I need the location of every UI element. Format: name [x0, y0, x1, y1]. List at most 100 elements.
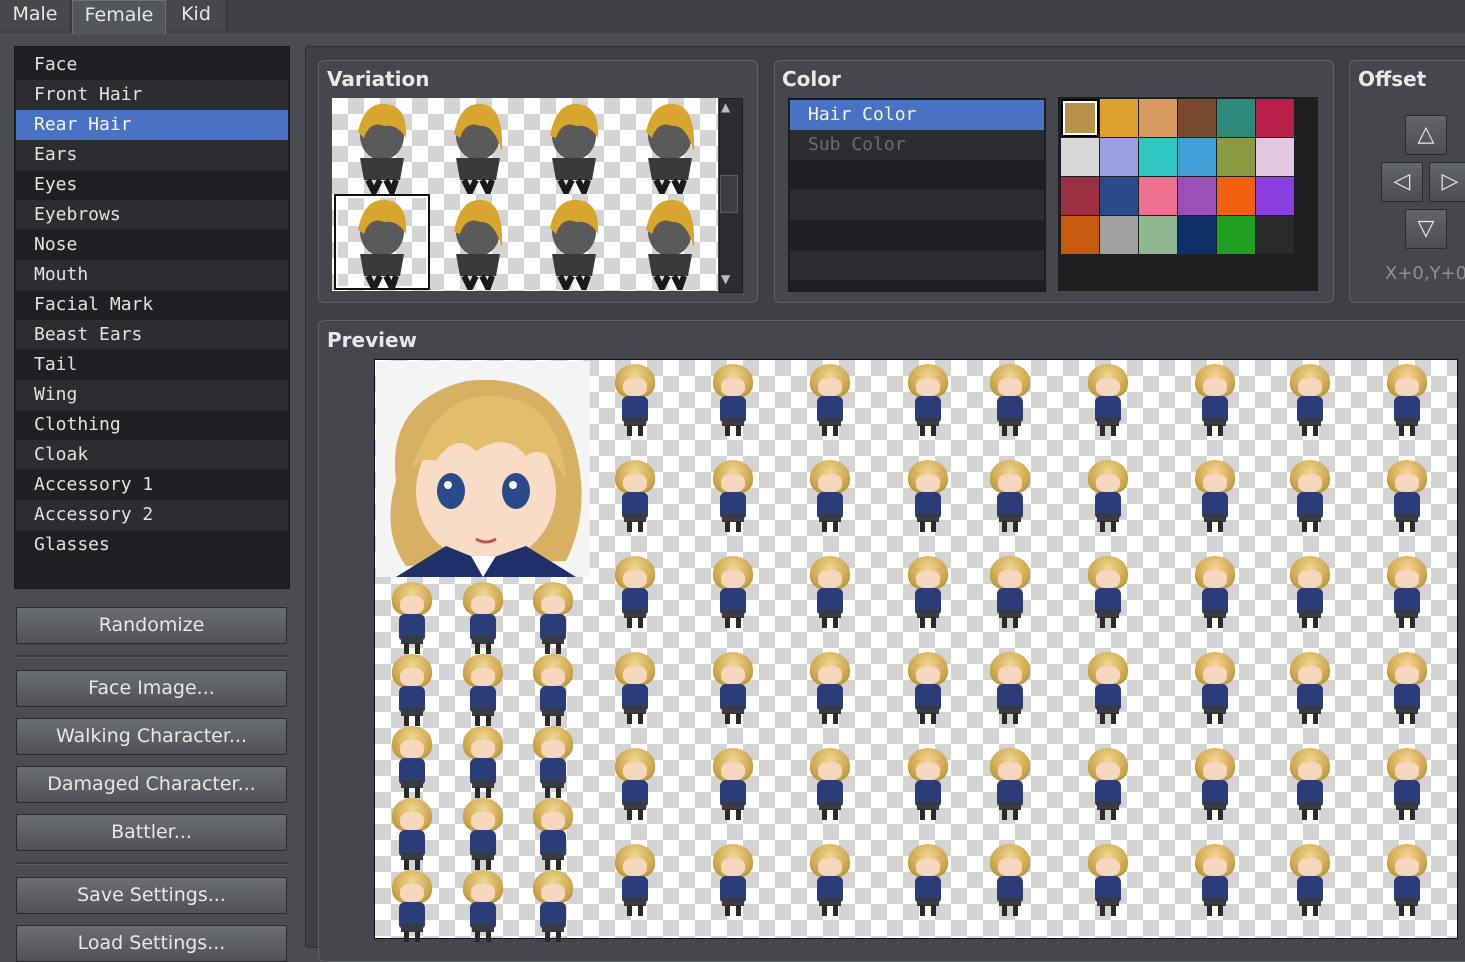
variation-thumbnail[interactable] [526, 98, 622, 200]
part-item-accessory-1[interactable]: Accessory 1 [16, 470, 288, 500]
color-swatch[interactable] [1217, 138, 1255, 176]
character-sprite [1078, 458, 1138, 534]
character-sprite [1377, 554, 1437, 630]
color-title: Color [782, 67, 841, 91]
color-swatch[interactable] [1178, 99, 1216, 137]
character-sprite [605, 842, 665, 918]
color-swatch[interactable] [1217, 99, 1255, 137]
offset-readout: X+0,Y+0 [1385, 263, 1465, 284]
part-item-ears[interactable]: Ears [16, 140, 288, 170]
color-swatch[interactable] [1061, 99, 1099, 137]
character-sprite [980, 842, 1040, 918]
character-sprite [898, 554, 958, 630]
part-item-nose[interactable]: Nose [16, 230, 288, 260]
color-swatch[interactable] [1139, 138, 1177, 176]
color-swatch[interactable] [1061, 216, 1099, 254]
color-list-empty-row [790, 250, 1044, 280]
character-sprite [453, 724, 509, 798]
part-item-mouth[interactable]: Mouth [16, 260, 288, 290]
character-sprite [1185, 554, 1245, 630]
variation-thumbnail[interactable] [622, 194, 718, 296]
color-target-list[interactable]: Hair Color Sub Color [788, 98, 1046, 292]
part-item-tail[interactable]: Tail [16, 350, 288, 380]
color-swatch[interactable] [1217, 216, 1255, 254]
character-sprite [980, 554, 1040, 630]
offset-down-button[interactable]: ▽ [1405, 209, 1447, 249]
character-sprite [1078, 650, 1138, 726]
variation-thumbnail[interactable] [334, 194, 430, 296]
character-sprite [980, 458, 1040, 534]
character-sprite [453, 652, 509, 726]
scroll-up-icon[interactable]: ▲ [721, 100, 730, 114]
color-swatch[interactable] [1100, 138, 1138, 176]
color-swatch[interactable] [1178, 216, 1216, 254]
tab-female[interactable]: Female [72, 0, 166, 34]
variation-thumbnail[interactable] [622, 98, 718, 200]
color-swatch[interactable] [1061, 177, 1099, 215]
part-item-front-hair[interactable]: Front Hair [16, 80, 288, 110]
part-item-accessory-2[interactable]: Accessory 2 [16, 500, 288, 530]
save-settings-button[interactable]: Save Settings... [16, 877, 287, 914]
color-item-sub-color[interactable]: Sub Color [790, 130, 1044, 160]
part-item-eyebrows[interactable]: Eyebrows [16, 200, 288, 230]
color-item-hair-color[interactable]: Hair Color [790, 100, 1044, 130]
character-sprite [800, 650, 860, 726]
character-sprite [1078, 362, 1138, 438]
offset-right-button[interactable]: ▷ [1429, 162, 1465, 202]
character-sprite [605, 554, 665, 630]
scroll-down-icon[interactable]: ▼ [721, 272, 730, 286]
part-item-wing[interactable]: Wing [16, 380, 288, 410]
variation-thumbnail[interactable] [430, 98, 526, 200]
color-swatch[interactable] [1100, 99, 1138, 137]
character-sprite [1185, 458, 1245, 534]
character-sprite [898, 650, 958, 726]
part-item-clothing[interactable]: Clothing [16, 410, 288, 440]
character-sprite [898, 458, 958, 534]
variation-thumbnail[interactable] [526, 194, 622, 296]
scroll-thumb[interactable] [720, 175, 738, 213]
battler-button[interactable]: Battler... [16, 814, 287, 851]
offset-left-button[interactable]: ◁ [1381, 162, 1423, 202]
part-item-eyes[interactable]: Eyes [16, 170, 288, 200]
face-portrait [376, 361, 590, 577]
part-item-face[interactable]: Face [16, 50, 288, 80]
color-swatch[interactable] [1217, 177, 1255, 215]
character-sprite [1377, 842, 1437, 918]
part-item-cloak[interactable]: Cloak [16, 440, 288, 470]
part-item-glasses[interactable]: Glasses [16, 530, 288, 560]
character-sprite [980, 650, 1040, 726]
color-swatch[interactable] [1139, 99, 1177, 137]
part-item-facial-mark[interactable]: Facial Mark [16, 290, 288, 320]
randomize-button[interactable]: Randomize [16, 607, 287, 644]
damaged-character-button[interactable]: Damaged Character... [16, 766, 287, 803]
part-list[interactable]: Face Front Hair Rear Hair Ears Eyes Eyeb… [14, 46, 290, 589]
color-swatch[interactable] [1100, 177, 1138, 215]
character-sprite [523, 868, 579, 942]
part-item-beast-ears[interactable]: Beast Ears [16, 320, 288, 350]
color-swatch[interactable] [1178, 138, 1216, 176]
face-image-button[interactable]: Face Image... [16, 670, 287, 707]
color-palette [1058, 97, 1318, 291]
tab-male[interactable]: Male [0, 0, 71, 31]
tab-kid[interactable]: Kid [166, 0, 227, 31]
walking-character-button[interactable]: Walking Character... [16, 718, 287, 755]
divider [16, 655, 288, 658]
color-swatch[interactable] [1256, 216, 1294, 254]
color-swatch[interactable] [1178, 177, 1216, 215]
variation-thumbnail[interactable] [430, 194, 526, 296]
color-swatch[interactable] [1139, 216, 1177, 254]
divider [16, 862, 288, 865]
color-swatch[interactable] [1100, 216, 1138, 254]
variation-thumbnail[interactable] [334, 98, 430, 200]
character-sprite [980, 746, 1040, 822]
character-sprite [1377, 362, 1437, 438]
offset-up-button[interactable]: △ [1405, 115, 1447, 155]
character-sprite [1280, 650, 1340, 726]
color-swatch[interactable] [1139, 177, 1177, 215]
part-item-rear-hair[interactable]: Rear Hair [16, 110, 288, 140]
load-settings-button[interactable]: Load Settings... [16, 925, 287, 962]
color-swatch[interactable] [1256, 138, 1294, 176]
color-swatch[interactable] [1256, 177, 1294, 215]
color-swatch[interactable] [1256, 99, 1294, 137]
color-swatch[interactable] [1061, 138, 1099, 176]
